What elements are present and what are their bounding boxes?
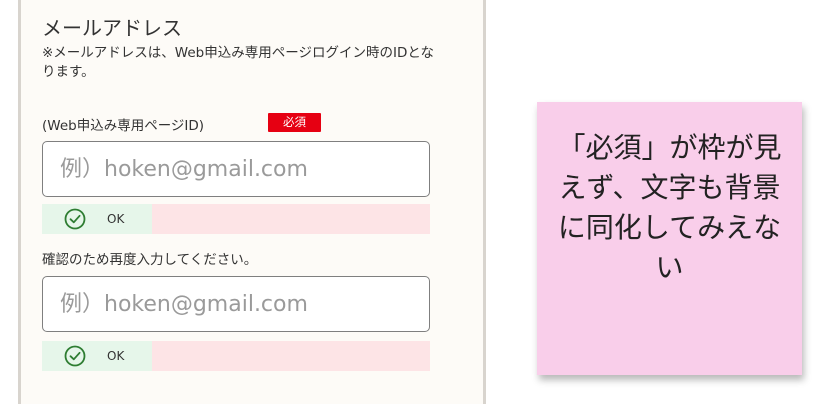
- email-validation-ok: OK: [42, 204, 152, 234]
- confirm-validation-bar: OK: [42, 341, 430, 371]
- confirm-validation-ok: OK: [42, 341, 152, 371]
- confirm-validation-status: OK: [107, 349, 125, 363]
- check-circle-icon: [64, 345, 86, 367]
- email-validation-bar: OK: [42, 204, 430, 234]
- sticky-note: 「必須」が枠が見えず、文字も背景に同化してみえない: [537, 102, 802, 375]
- email-heading: メールアドレス: [42, 16, 182, 40]
- confirm-email-input[interactable]: [42, 276, 430, 332]
- email-validation-status: OK: [107, 212, 125, 226]
- web-id-label: (Web申込み専用ページID): [42, 118, 205, 134]
- check-circle-icon: [64, 208, 86, 230]
- confirm-email-label: 確認のため再度入力してください。: [42, 252, 258, 268]
- sticky-note-text: 「必須」が枠が見えず、文字も背景に同化してみえない: [557, 131, 782, 284]
- email-input[interactable]: [42, 141, 430, 197]
- required-badge: 必須: [268, 113, 321, 132]
- email-note: ※メールアドレスは、Web申込み専用ページログイン時のIDとなります。: [42, 45, 434, 80]
